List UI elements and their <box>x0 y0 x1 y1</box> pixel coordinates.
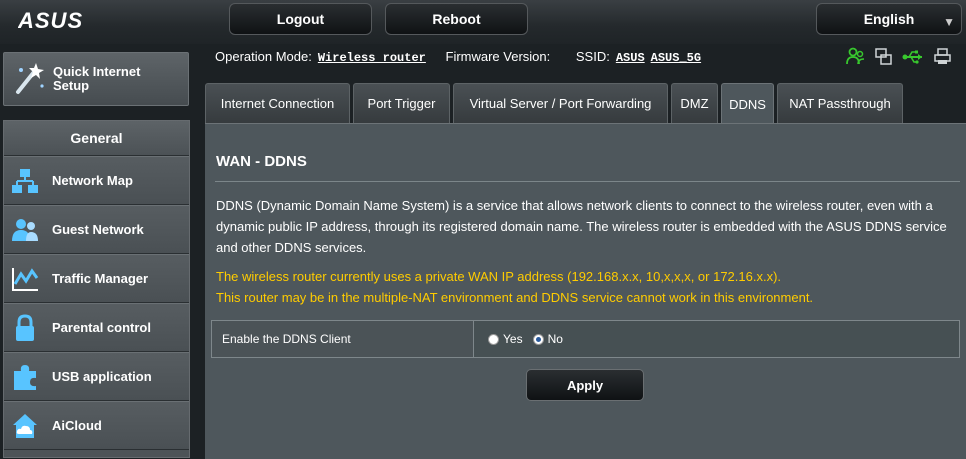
sidebar-item-label: USB application <box>52 369 152 384</box>
tab-internet-connection[interactable]: Internet Connection <box>205 83 350 123</box>
usb-icon[interactable] <box>902 47 924 66</box>
clients-icon[interactable] <box>846 47 865 66</box>
ddns-warning: The wireless router currently uses a pri… <box>216 266 961 308</box>
tab-port-trigger[interactable]: Port Trigger <box>353 83 450 123</box>
sidebar-item-label: Parental control <box>52 320 151 335</box>
sidebar-item-aicloud[interactable]: AiCloud <box>4 401 189 450</box>
chevron-down-icon: ▼ <box>943 15 955 29</box>
lock-icon <box>16 314 34 341</box>
top-bar: ASUS Logout Reboot English ▼ <box>0 0 966 44</box>
tab-virtual-server[interactable]: Virtual Server / Port Forwarding <box>453 83 668 123</box>
operation-mode-link[interactable]: Wireless router <box>318 51 426 65</box>
tab-nat-passthrough[interactable]: NAT Passthrough <box>777 83 903 123</box>
tab-dmz[interactable]: DMZ <box>671 83 718 123</box>
ddns-description: DDNS (Dynamic Domain Name System) is a s… <box>216 198 947 255</box>
ddns-no-label: No <box>547 332 563 346</box>
guest-network-icon <box>12 219 38 241</box>
page-title: WAN - DDNS <box>216 153 307 170</box>
status-icons <box>846 47 952 66</box>
sidebar-item-label: Guest Network <box>52 222 144 237</box>
general-menu: General Network Map Guest Network Traffi… <box>3 120 190 458</box>
status-bar: Operation Mode: Wireless router Firmware … <box>215 49 707 65</box>
title-divider <box>215 181 960 182</box>
sidebar-item-label: Traffic Manager <box>52 271 149 286</box>
traffic-manager-icon <box>12 268 39 291</box>
tab-ddns[interactable]: DDNS <box>721 83 774 124</box>
sidebar-item-guest-network[interactable]: Guest Network <box>4 205 189 254</box>
sidebar: Quick Internet Setup General Network Map… <box>0 44 192 458</box>
multi-device-icon[interactable] <box>874 47 893 66</box>
ddns-client-options: Yes No <box>474 321 959 357</box>
ddns-no-option[interactable]: No <box>532 332 563 346</box>
sidebar-item-parental-control[interactable]: Parental control <box>4 303 189 352</box>
ssid-link-2g[interactable]: ASUS <box>616 51 645 65</box>
magic-wand-icon <box>16 63 44 94</box>
warning-line-1: The wireless router currently uses a pri… <box>216 269 782 284</box>
sidebar-item-traffic-manager[interactable]: Traffic Manager <box>4 254 189 303</box>
firmware-version-label: Firmware Version: <box>445 49 551 64</box>
sidebar-item-label: Network Map <box>52 173 133 188</box>
asus-logo: ASUS <box>18 8 83 33</box>
ddns-client-row: Enable the DDNS Client Yes No <box>211 320 960 358</box>
ddns-client-label: Enable the DDNS Client <box>212 321 474 357</box>
ddns-yes-label: Yes <box>503 332 523 346</box>
language-select[interactable]: English ▼ <box>816 3 962 35</box>
language-label: English <box>863 11 915 27</box>
network-map-icon <box>12 169 38 193</box>
reboot-button[interactable]: Reboot <box>385 3 528 35</box>
sidebar-item-label: AiCloud <box>52 418 102 433</box>
main-panel: WAN - DDNS DDNS (Dynamic Domain Name Sys… <box>205 123 966 459</box>
printer-icon[interactable] <box>933 47 952 66</box>
svg-text:ASUS: ASUS <box>18 8 83 33</box>
ssid-label: SSID: <box>575 49 610 64</box>
operation-mode-label: Operation Mode: <box>215 49 312 64</box>
ssid-link-5g[interactable]: ASUS_5G <box>651 51 701 65</box>
general-section-title: General <box>4 121 189 156</box>
warning-line-2: This router may be in the multiple-NAT e… <box>216 290 814 305</box>
logout-button[interactable]: Logout <box>229 3 372 35</box>
puzzle-icon <box>14 365 36 390</box>
ddns-no-radio[interactable] <box>532 333 544 345</box>
cloud-icon <box>13 414 37 438</box>
apply-button[interactable]: Apply <box>526 369 644 401</box>
sidebar-item-network-map[interactable]: Network Map <box>4 156 189 205</box>
ddns-yes-radio[interactable] <box>488 333 499 345</box>
quick-setup-label: Quick Internet Setup <box>53 64 141 93</box>
quick-internet-setup-button[interactable]: Quick Internet Setup <box>3 52 189 106</box>
ddns-yes-option[interactable]: Yes <box>488 332 523 346</box>
sidebar-item-usb-application[interactable]: USB application <box>4 352 189 401</box>
